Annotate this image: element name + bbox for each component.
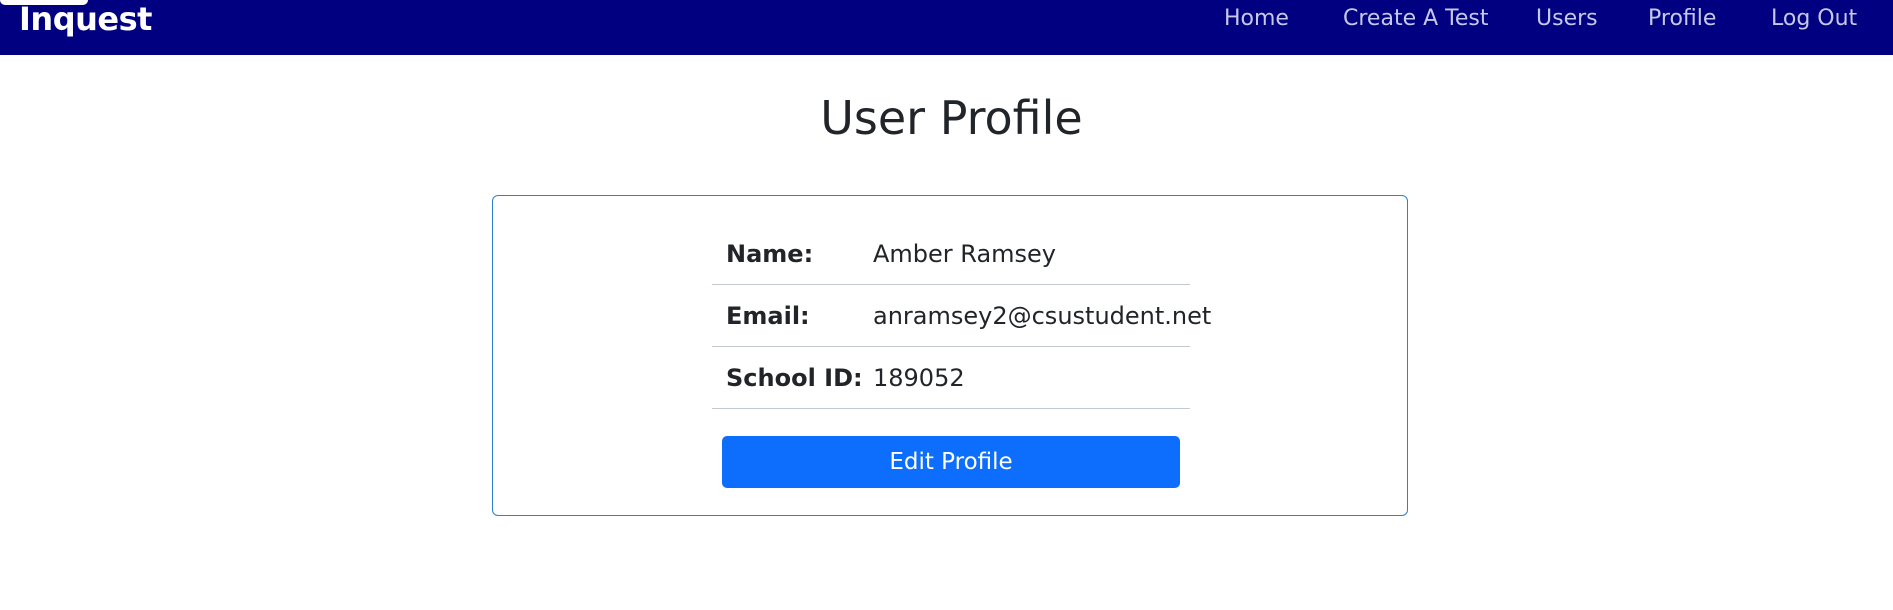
nav-link-home[interactable]: Home [1224,0,1289,38]
nav-link-create-test[interactable]: Create A Test [1343,0,1488,38]
school-id-value: 189052 [873,364,965,392]
page-title: User Profile [820,91,1083,145]
profile-row-school-id: School ID: 189052 [712,348,1190,409]
nav-link-users[interactable]: Users [1536,0,1598,38]
profile-row-name: Name: Amber Ramsey [712,224,1190,285]
nav-link-log-out[interactable]: Log Out [1771,0,1857,38]
email-value: anramsey2@csustudent.net [873,302,1212,330]
name-value: Amber Ramsey [873,240,1056,268]
nav-link-profile[interactable]: Profile [1648,0,1716,38]
brand-logo-link[interactable]: Inquest [19,0,152,38]
top-navbar: Inquest Home Create A Test Users Profile… [0,0,1893,55]
profile-row-email: Email: anramsey2@csustudent.net [712,286,1211,347]
email-label: Email: [726,302,810,330]
school-id-label: School ID: [726,364,863,392]
name-label: Name: [726,240,814,268]
edit-profile-button[interactable]: Edit Profile [722,436,1180,488]
